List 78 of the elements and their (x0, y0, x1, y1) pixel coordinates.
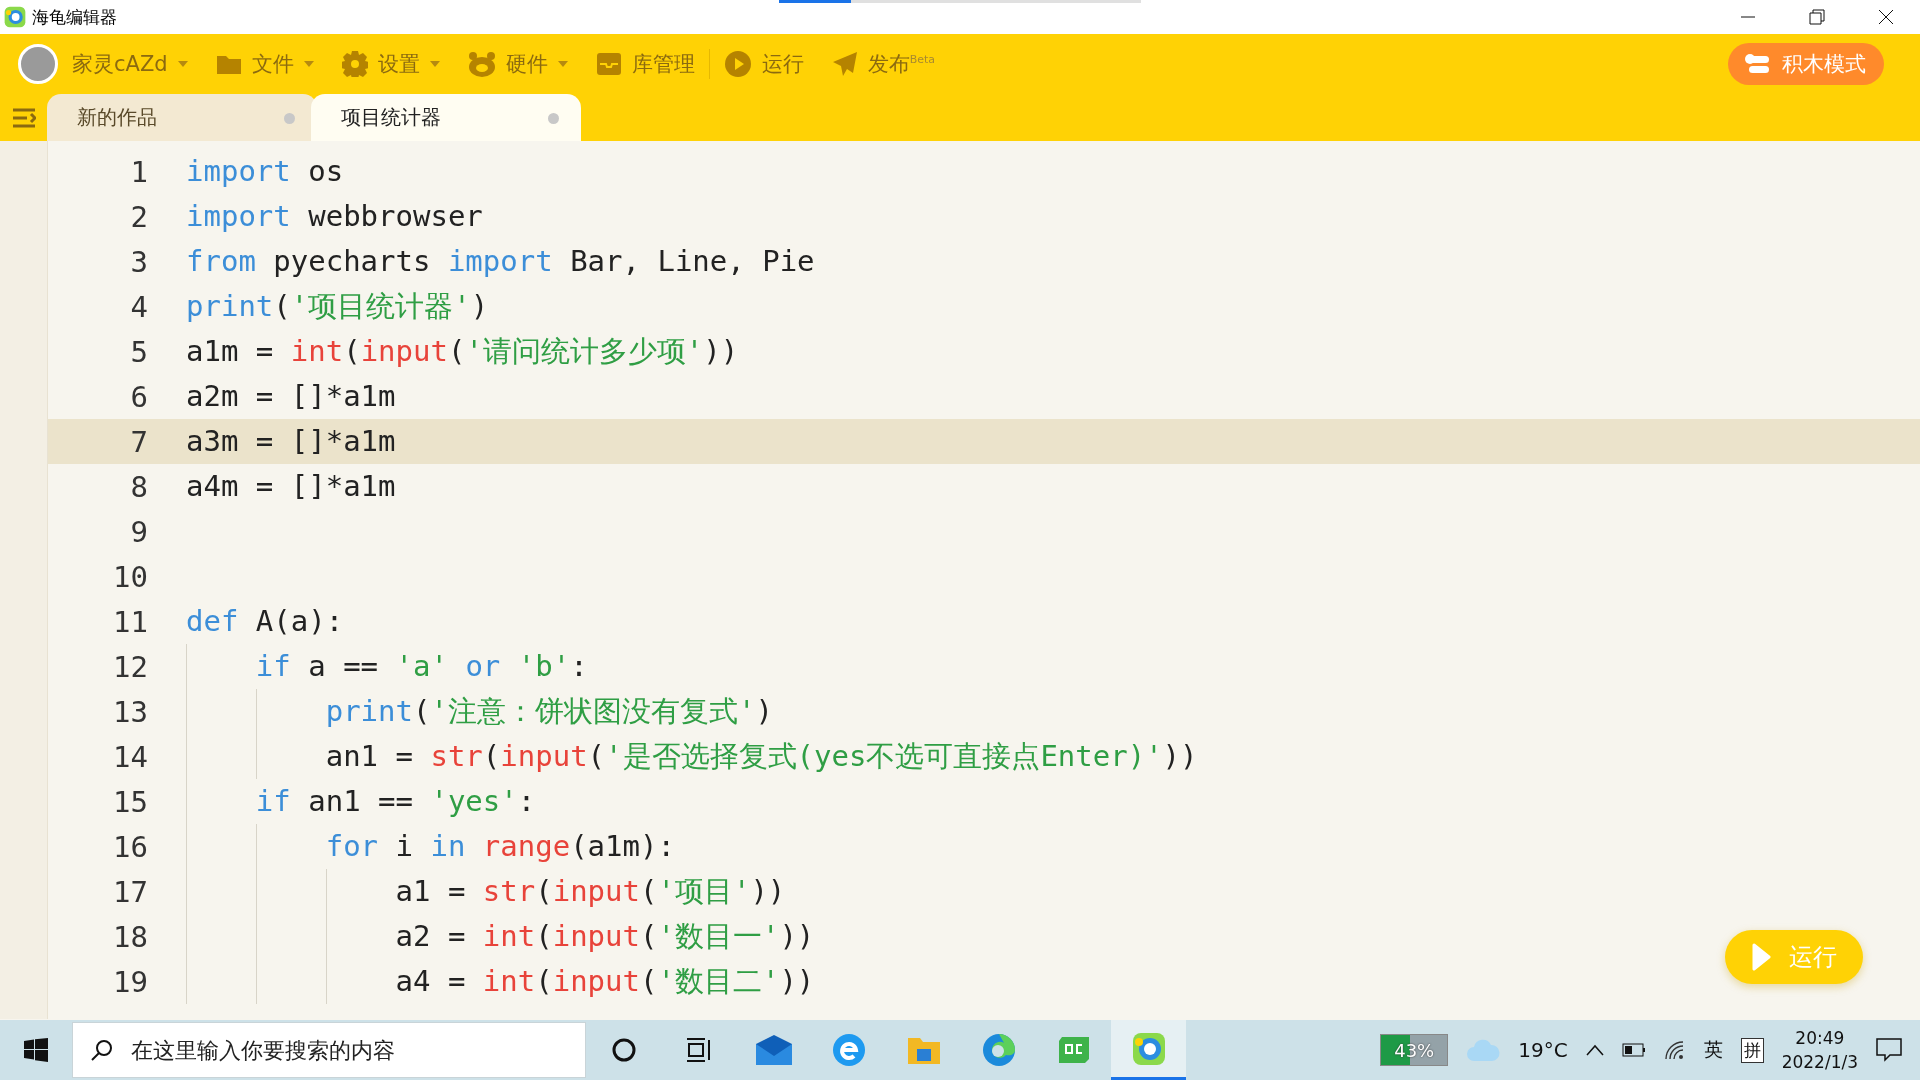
caret-icon (177, 61, 188, 67)
turtle-icon (1131, 1031, 1166, 1066)
line-number: 18 (112, 919, 148, 954)
line-number: 6 (129, 379, 148, 414)
line-number: 10 (112, 559, 148, 594)
user-avatar[interactable] (18, 44, 58, 84)
tray-box-icon (595, 52, 622, 76)
task-view-icon (684, 1037, 713, 1063)
line-number: 15 (112, 784, 148, 819)
code-line: if a == 'a' or 'b': (254, 649, 588, 683)
toolbar-button[interactable]: 文件 (201, 42, 328, 86)
edge-icon (981, 1033, 1016, 1067)
line-number: 12 (112, 649, 148, 684)
code-line: print('项目统计器') (186, 289, 489, 323)
battery-icon[interactable] (1621, 1043, 1646, 1057)
line-number: 7 (129, 424, 148, 459)
close-icon (1877, 9, 1894, 25)
blocks-icon (1744, 53, 1770, 75)
send-icon (831, 51, 858, 77)
cloud-icon (1466, 1038, 1501, 1062)
toolbar-button[interactable]: 库管理 (581, 42, 709, 86)
chevron-up-icon[interactable] (1585, 1044, 1604, 1056)
line-number: 14 (112, 739, 148, 774)
window-title: 海龟编辑器 (32, 5, 117, 29)
browser-e-icon (831, 1033, 866, 1067)
minimize-icon (1739, 16, 1756, 18)
restore-icon (1808, 9, 1825, 25)
line-number: 1 (129, 154, 148, 189)
input-language[interactable]: 英 (1703, 1037, 1723, 1063)
line-number: 5 (129, 334, 148, 369)
code-line: def A(a): (186, 604, 344, 638)
code-line: a1m = int(input('请问统计多少项')) (186, 334, 739, 368)
code-line: a2 = int(input('数目一')) (394, 919, 815, 953)
line-number: 9 (129, 514, 148, 549)
block-mode-button[interactable]: 积木模式 (1728, 43, 1884, 85)
wifi-icon[interactable] (1663, 1040, 1686, 1060)
gear-icon (341, 51, 368, 77)
line-number: 11 (112, 604, 148, 639)
code-line: a4 = int(input('数目二')) (394, 964, 815, 998)
code-line: an1 = str(input('是否选择复式(yes不选可直接点Enter)')) (324, 739, 1198, 773)
editor-tab[interactable]: 项目统计器 (311, 94, 581, 141)
search-field[interactable]: 在这里输入你要搜索的内容 (72, 1022, 586, 1078)
line-number: 19 (112, 964, 148, 999)
line-number: 16 (112, 829, 148, 864)
line-number: 17 (112, 874, 148, 909)
clock[interactable]: 20:49 2022/1/3 (1781, 1026, 1858, 1074)
code-line: a1 = str(input('项目')) (394, 874, 786, 908)
windows-logo-icon (24, 1038, 48, 1062)
notification-icon[interactable] (1876, 1038, 1902, 1062)
cortana-icon (610, 1037, 637, 1063)
code-line: a3m = []*a1m (186, 424, 396, 458)
toolbar-button[interactable]: 硬件 (453, 42, 582, 86)
input-mode[interactable]: 拼 (1740, 1037, 1764, 1063)
line-number: 2 (129, 199, 148, 234)
qc-icon (1057, 1036, 1090, 1064)
line-number: 8 (129, 469, 148, 504)
code-line: import os (186, 154, 344, 188)
code-line: for i in range(a1m): (324, 829, 675, 863)
code-line: a2m = []*a1m (186, 379, 396, 413)
line-number: 3 (129, 244, 148, 279)
code-line: import webbrowser (186, 199, 483, 233)
folder-icon (215, 53, 242, 75)
folder-icon (906, 1035, 941, 1065)
line-number: 4 (129, 289, 148, 324)
toolbar-button[interactable]: 发布$^{Beta}$ (817, 42, 949, 86)
mail-icon (754, 1034, 793, 1066)
play-icon (1751, 943, 1771, 971)
toolbar-button[interactable]: 设置 (327, 42, 454, 86)
turtle-icon (4, 6, 26, 28)
line-number: 13 (112, 694, 148, 729)
code-line: print('注意：饼状图没有复式') (324, 694, 773, 728)
code-line: a4m = []*a1m (186, 469, 396, 503)
toolbar-button[interactable]: 运行 (709, 42, 818, 86)
play-icon (723, 50, 752, 78)
code-line: from pyecharts import Bar, Line, Pie (186, 244, 815, 278)
user-menu[interactable]: 家灵cAZd (58, 42, 202, 86)
temperature: 19°C (1518, 1038, 1568, 1062)
code-line: if an1 == 'yes': (254, 784, 536, 818)
